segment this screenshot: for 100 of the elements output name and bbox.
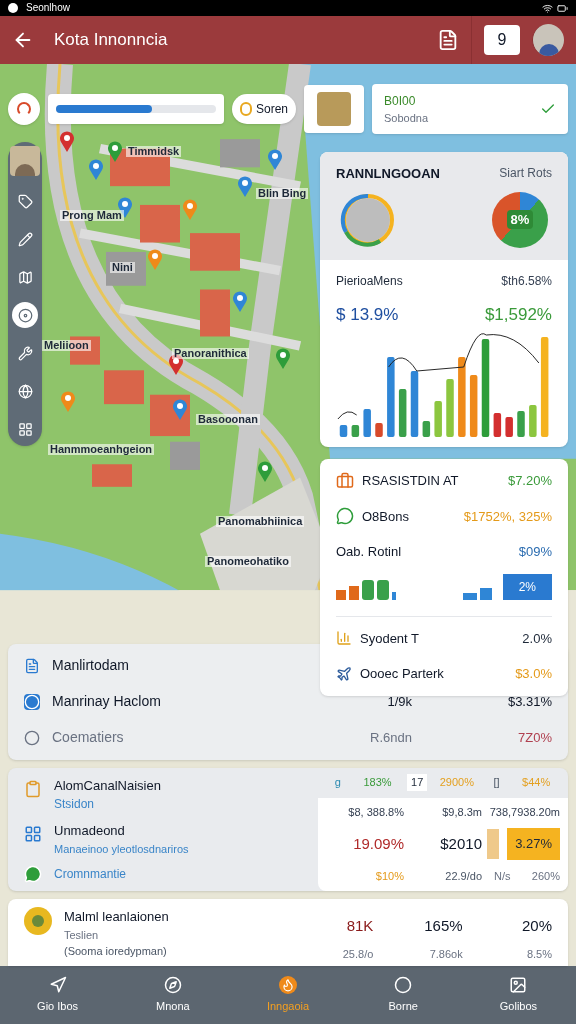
map-icon bbox=[17, 269, 33, 285]
row-label: RSASISTDIN AT bbox=[362, 472, 459, 490]
table-cell-text: 738,7938.20m bbox=[488, 804, 560, 820]
circle-icon bbox=[24, 693, 40, 710]
table-cell-text: $10% bbox=[374, 869, 404, 885]
value-subtext: 8.5% bbox=[525, 946, 552, 962]
building bbox=[106, 251, 146, 286]
chat-icon bbox=[24, 865, 42, 883]
tag-icon bbox=[17, 193, 33, 209]
nav-tab[interactable]: Mnona bbox=[115, 966, 231, 1024]
chart-bar bbox=[410, 371, 419, 437]
value-text: 81K bbox=[345, 916, 374, 936]
info-subtitle: Sobodna bbox=[384, 110, 429, 126]
avatar-icon[interactable] bbox=[10, 146, 40, 176]
map-label: Hanmmoeanhgeion bbox=[48, 444, 155, 455]
building bbox=[140, 204, 180, 243]
chart-bar bbox=[363, 409, 371, 437]
chart-subtitle: PierioaMens bbox=[336, 272, 403, 290]
page-title: Kota Innonncia bbox=[54, 29, 168, 52]
building bbox=[104, 370, 144, 405]
value-text: 20% bbox=[520, 916, 552, 936]
bar-chart-icon bbox=[336, 630, 352, 647]
nav-tab[interactable]: Gio Ibos bbox=[0, 966, 116, 1024]
pie-label: 8% bbox=[506, 209, 534, 230]
row-label: Oab. Rotinl bbox=[336, 543, 402, 561]
chart-bar bbox=[469, 375, 478, 437]
card-title: RANNLNGOOAN bbox=[336, 165, 440, 183]
value-subtext: 7.86ok bbox=[428, 946, 463, 962]
row-value: $7.20% bbox=[507, 472, 552, 490]
battery-icon bbox=[557, 2, 568, 14]
map-label: Meliioon bbox=[42, 340, 91, 351]
header-value: 17 bbox=[407, 774, 428, 791]
target-tool-button[interactable] bbox=[12, 302, 38, 328]
chart-bar bbox=[351, 425, 360, 437]
donut-chart-icon bbox=[340, 191, 396, 248]
value-subtext: 25.8/o bbox=[341, 946, 374, 962]
chart-bar bbox=[375, 423, 383, 437]
chart-value: $1,592% bbox=[484, 303, 552, 326]
header-value: 2900% bbox=[439, 775, 474, 791]
chart-subtitle-value: $th6.58% bbox=[501, 272, 552, 290]
header-value: g bbox=[334, 775, 341, 791]
row-value: $1752%, 325% bbox=[463, 507, 552, 526]
row-value: 7Z0% bbox=[517, 728, 552, 747]
avatar-icon[interactable] bbox=[532, 24, 564, 56]
chart-bar bbox=[446, 379, 454, 437]
circle-icon bbox=[24, 729, 40, 746]
clipboard-icon bbox=[24, 779, 42, 798]
map-label: Blin Bing bbox=[256, 188, 309, 199]
count-button[interactable]: 9 bbox=[484, 25, 520, 55]
globe-icon bbox=[17, 383, 33, 399]
table-cell-text: 22.9/do bbox=[444, 869, 482, 885]
portrait-card bbox=[304, 85, 365, 133]
row-value: $3.0% bbox=[515, 665, 552, 683]
map-label: Nini bbox=[110, 262, 135, 273]
flame-icon bbox=[279, 975, 297, 994]
table-cell-text: N/s bbox=[494, 869, 511, 885]
row-label: Syodent T bbox=[360, 629, 420, 648]
search-chip[interactable]: Soren bbox=[232, 94, 297, 124]
circle-icon bbox=[394, 975, 413, 994]
row-value: $09% bbox=[518, 543, 552, 561]
table-cell-text: $8, 388.8% bbox=[347, 804, 404, 820]
panel-subtitle: Stsidon bbox=[54, 796, 96, 813]
target-icon bbox=[17, 307, 33, 323]
row-label: Manrinay Haclom bbox=[52, 692, 161, 711]
header-value: $44% bbox=[522, 775, 551, 791]
chart-bar bbox=[517, 411, 525, 437]
chat-icon bbox=[336, 507, 354, 526]
info-title: B0I00 bbox=[384, 92, 417, 110]
chart-bar bbox=[422, 421, 431, 437]
table-cell: 3.27% bbox=[507, 828, 560, 860]
chart-bar bbox=[434, 401, 442, 437]
chart-bar bbox=[529, 405, 537, 437]
tool-icon bbox=[17, 345, 33, 361]
document-icon[interactable] bbox=[437, 29, 459, 51]
row-value: R.6ndn bbox=[369, 728, 412, 747]
compass-icon bbox=[163, 975, 182, 994]
value-text: 165% bbox=[423, 916, 463, 936]
table-cell-text: 19.09% bbox=[352, 834, 404, 854]
chart-value: $ 13.9% bbox=[336, 303, 399, 326]
nav-tab[interactable]: Golibos bbox=[460, 966, 576, 1024]
table-cell-text: $2010 bbox=[439, 834, 482, 854]
building bbox=[220, 139, 260, 168]
card-label: Siart Rots bbox=[499, 165, 552, 182]
status-title: Seonlhow bbox=[26, 3, 70, 13]
chart-bar bbox=[505, 417, 513, 437]
table-cell-text: 260% bbox=[531, 869, 560, 885]
percent-badge: 2% bbox=[502, 573, 552, 600]
item-subtitle: Manaeinoo yleotlosdnariros bbox=[54, 841, 189, 857]
chart-bar bbox=[339, 425, 348, 437]
row-value: 2.0% bbox=[522, 629, 552, 648]
panel-title: Malml leanlaionen bbox=[64, 908, 170, 926]
nav-tab[interactable]: Borne bbox=[345, 966, 461, 1024]
navigation-icon bbox=[48, 975, 67, 994]
row-value: 1/9k bbox=[386, 692, 412, 711]
panel-link[interactable]: Cromnmantie bbox=[54, 865, 127, 883]
building bbox=[200, 289, 230, 337]
bar-indicator bbox=[487, 829, 500, 860]
item-title: Unmadeond bbox=[54, 822, 126, 840]
plane-icon bbox=[336, 665, 352, 682]
header-value: [] bbox=[493, 775, 500, 791]
